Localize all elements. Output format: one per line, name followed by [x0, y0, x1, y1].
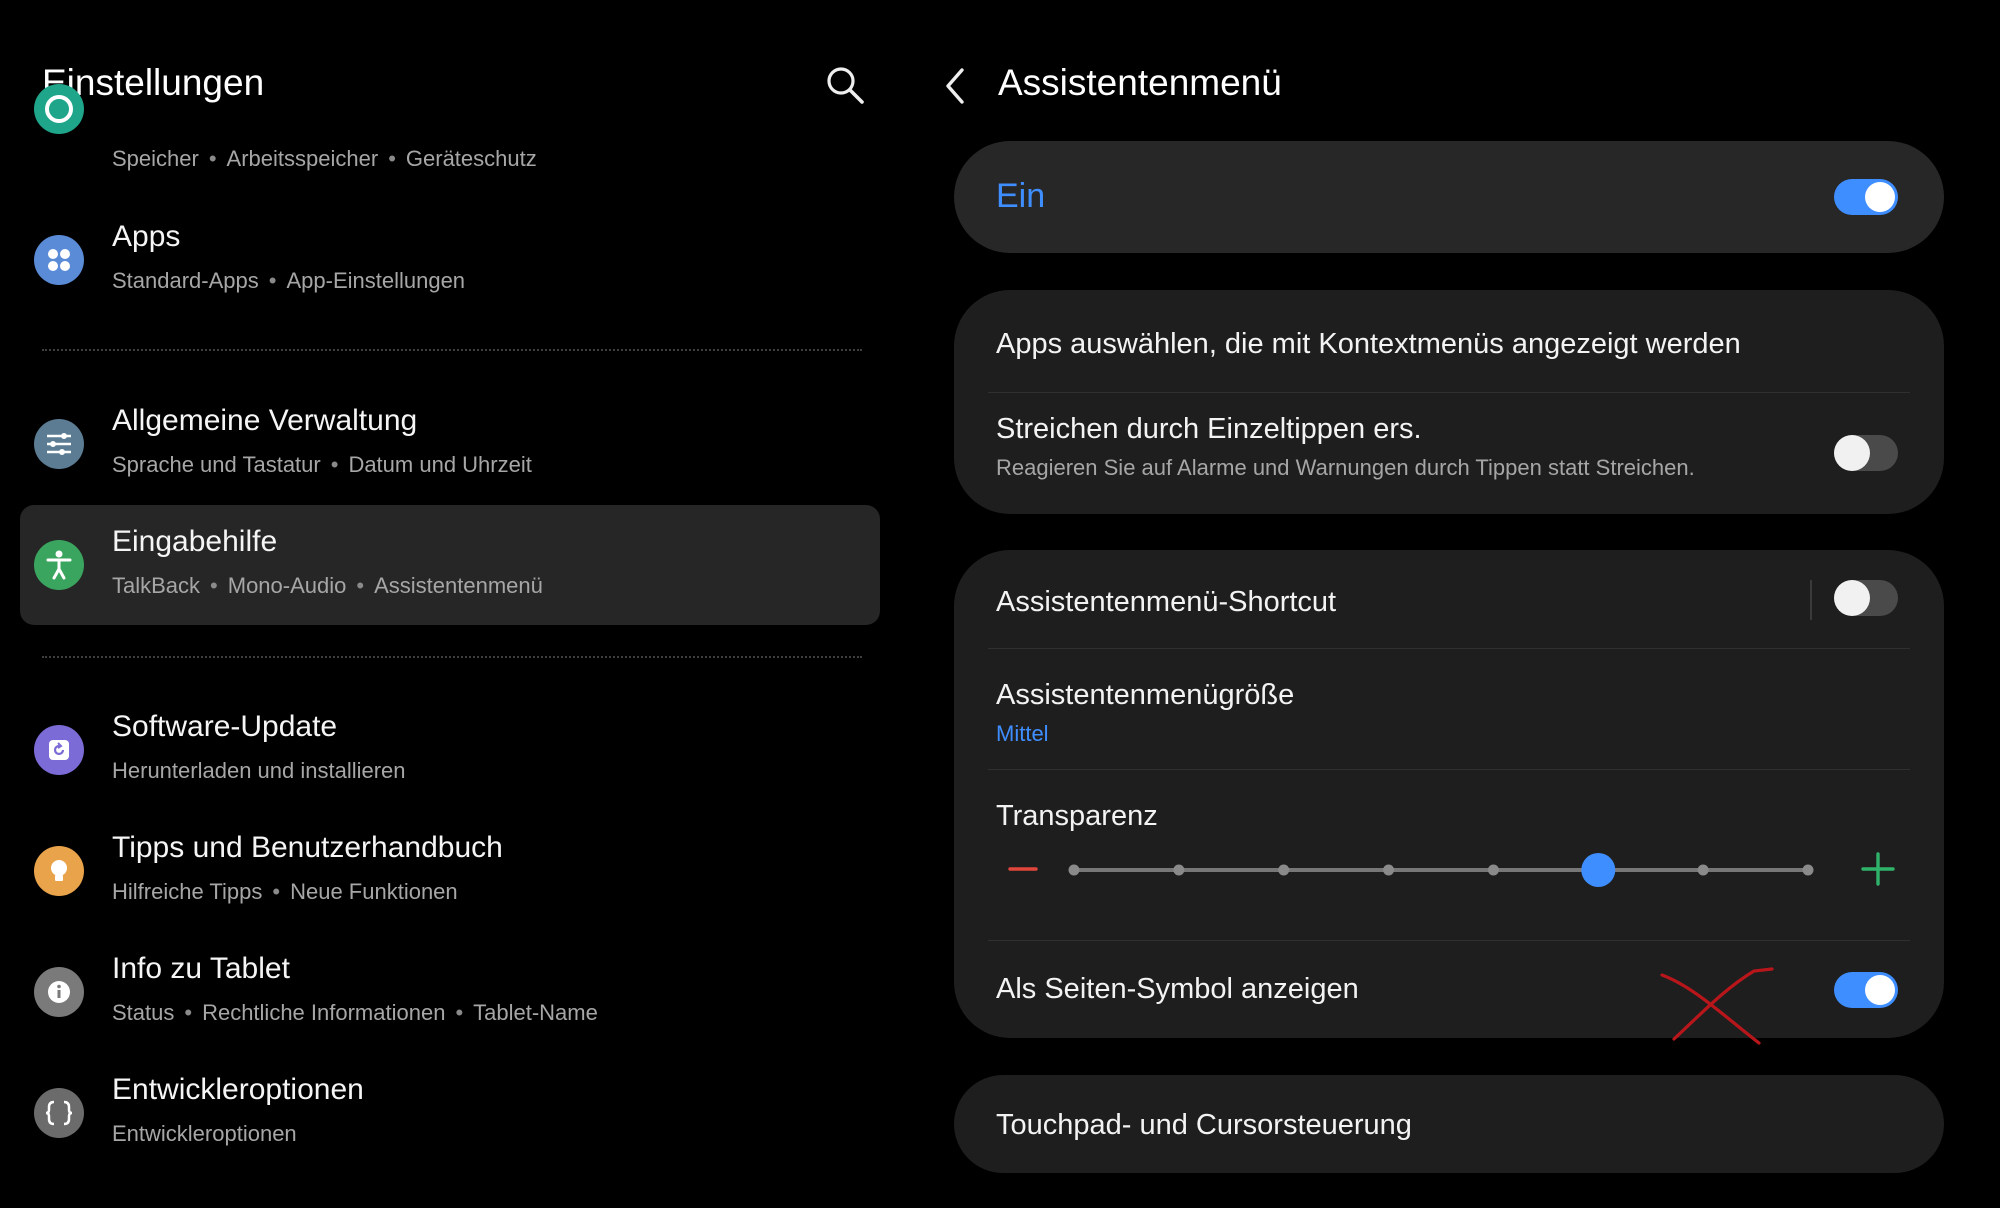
side-icon-title: Als Seiten-Symbol anzeigen [996, 973, 1359, 1005]
slider-tick [1802, 864, 1814, 876]
back-arrow-icon[interactable] [936, 64, 976, 108]
touchpad-row[interactable]: Touchpad- und Cursorsteuerung [954, 1075, 1944, 1173]
settings-item-title: Apps [112, 220, 181, 253]
transparency-row: Transparenz [954, 770, 1944, 940]
swipe-subtitle: Reagieren Sie auf Alarme und Warnungen d… [996, 455, 1695, 480]
touchpad-label: Touchpad- und Cursorsteuerung [996, 1109, 1412, 1141]
settings-item-title: Entwickleroptionen [112, 1073, 364, 1106]
assistant-menu-pane: Assistentenmenü Ein Apps auswählen, die … [900, 0, 2000, 1208]
slider-tick [1697, 864, 1709, 876]
software-update-icon [34, 725, 84, 775]
shortcut-row[interactable]: Assistentenmenü-Shortcut [954, 550, 1944, 648]
accessibility-icon [34, 540, 84, 590]
settings-item-developer-options[interactable]: Entwickleroptionen Entwickleroptionen [20, 1053, 880, 1173]
page-title: Assistentenmenü [998, 62, 1282, 103]
minus-icon[interactable] [1008, 854, 1038, 884]
options-card-1: Apps auswählen, die mit Kontextmenüs ang… [954, 290, 1944, 514]
slider-tick [1487, 864, 1499, 876]
slider-tick [1068, 864, 1080, 876]
swipe-toggle[interactable] [1834, 435, 1898, 471]
settings-item-title: Info zu Tablet [112, 952, 290, 985]
settings-item-title: Allgemeine Verwaltung [112, 404, 418, 437]
toggle-knob [1834, 580, 1870, 616]
size-title: Assistentenmenügröße [996, 679, 1295, 711]
toggle-knob [1834, 435, 1870, 471]
hand-drawn-cross-mark [1660, 967, 1774, 1045]
settings-item-tips[interactable]: Tipps und Benutzerhandbuch Hilfreiche Ti… [20, 811, 880, 931]
toggle-knob [1865, 182, 1895, 212]
settings-item-subtitle: Status • Rechtliche Informationen • Tablet-N… [112, 1000, 598, 1025]
settings-item-subtitle: Standard-Apps • App-Einstellungen [112, 268, 466, 293]
size-value: Mittel [996, 721, 1049, 746]
side-icon-row[interactable]: Als Seiten-Symbol anzeigen [954, 941, 1944, 1045]
settings-item-subtitle: Speicher • Arbeitsspeicher • Geräteschutz [112, 146, 537, 171]
master-toggle[interactable] [1834, 179, 1898, 215]
settings-item-apps[interactable]: Apps Standard-Apps • App-Einstellungen [20, 200, 880, 320]
settings-item-title: Eingabehilfe [112, 525, 278, 558]
lightbulb-icon [34, 846, 84, 896]
swipe-title: Streichen durch Einzeltippen ers. [996, 413, 1422, 445]
apps-select-label: Apps auswählen, die mit Kontextmenüs ang… [996, 328, 1741, 360]
divider [42, 349, 862, 351]
apps-icon [34, 235, 84, 285]
settings-item-subtitle: Herunterladen und installieren [112, 758, 406, 783]
swipe-row[interactable]: Streichen durch Einzeltippen ers. Reagie… [954, 393, 1944, 514]
slider-thumb[interactable] [1581, 853, 1616, 887]
shortcut-toggle[interactable] [1834, 580, 1898, 616]
settings-item-software-update[interactable]: Software-Update Herunterladen und instal… [20, 690, 880, 810]
slider-tick [1173, 864, 1185, 876]
options-card-2: Assistentenmenü-Shortcut Assistentenmenü… [954, 550, 1944, 1045]
settings-item-subtitle: TalkBack • Mono-Audio • Assistentenmenü [112, 573, 543, 598]
master-switch-card[interactable]: Ein [954, 141, 1944, 253]
info-icon [34, 967, 84, 1017]
side-icon-toggle[interactable] [1834, 972, 1898, 1008]
shortcut-title: Assistentenmenü-Shortcut [996, 586, 1337, 618]
settings-item-subtitle: Hilfreiche Tipps • Neue Funktionen [112, 879, 458, 904]
transparency-slider[interactable] [1066, 850, 1816, 890]
master-switch-label: Ein [996, 177, 1046, 215]
toggle-knob [1865, 975, 1895, 1005]
divider [42, 656, 862, 658]
settings-pane: Einstellungen Speicher • Arbeitsspeicher • G… [0, 0, 900, 1208]
settings-item-subtitle: Sprache und Tastatur • Datum und Uhrzeit [112, 452, 532, 477]
braces-icon [34, 1088, 84, 1138]
settings-item-accessibility[interactable]: Eingabehilfe TalkBack • Mono-Audio • Assiste… [20, 505, 880, 625]
transparency-title: Transparenz [996, 800, 1158, 832]
slider-tick [1383, 864, 1395, 876]
settings-item-about-tablet[interactable]: Info zu Tablet Status • Rechtliche Informa… [20, 932, 880, 1052]
slider-tick [1278, 864, 1290, 876]
settings-item-title: Software-Update [112, 710, 338, 743]
settings-item-subtitle: Entwickleroptionen [112, 1121, 297, 1146]
sliders-icon [34, 419, 84, 469]
plus-icon[interactable] [1859, 850, 1897, 888]
vertical-divider [1810, 580, 1812, 620]
apps-select-row[interactable]: Apps auswählen, die mit Kontextmenüs ang… [954, 290, 1944, 392]
settings-item-general-management[interactable]: Allgemeine Verwaltung Sprache und Tastat… [20, 384, 880, 504]
size-row[interactable]: Assistentenmenügröße Mittel [954, 649, 1944, 769]
settings-item-title: Tipps und Benutzerhandbuch [112, 831, 503, 864]
